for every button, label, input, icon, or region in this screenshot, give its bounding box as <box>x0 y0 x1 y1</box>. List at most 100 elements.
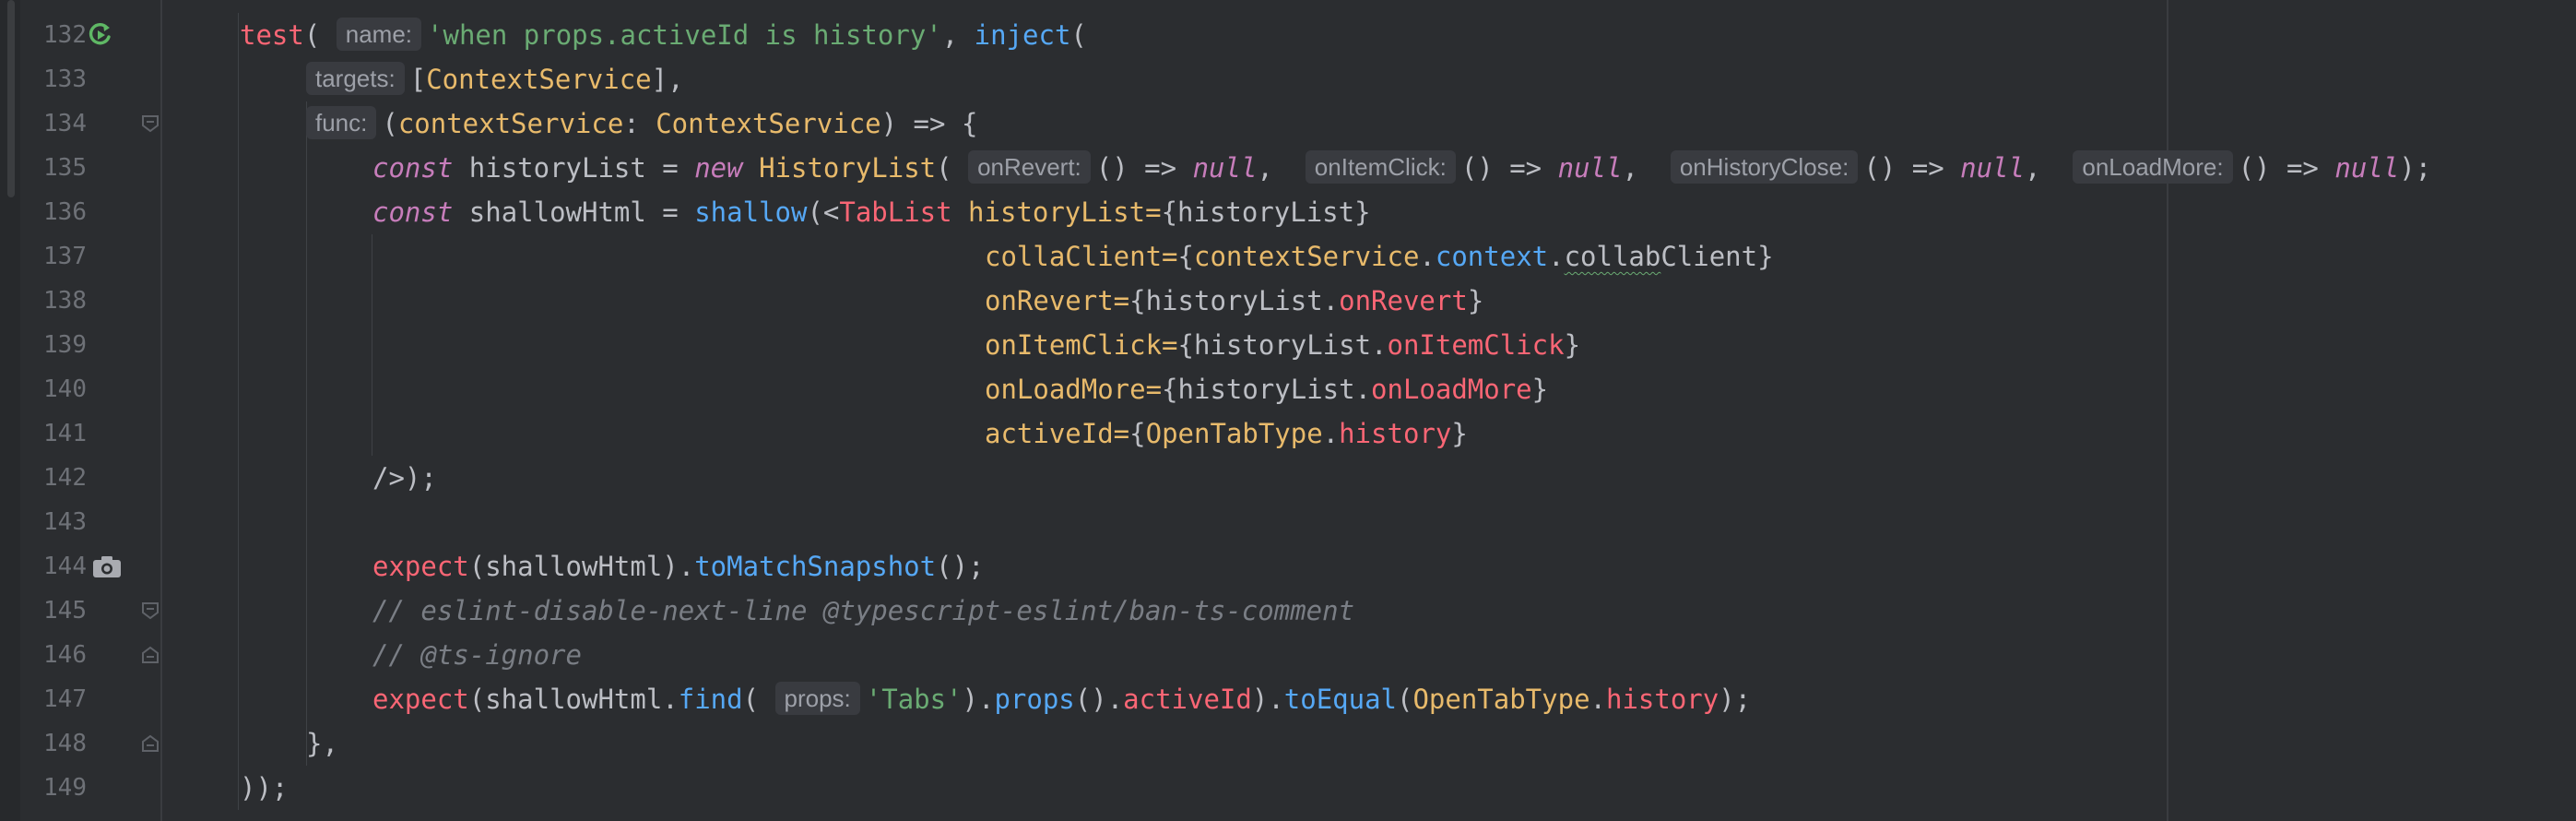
code-text[interactable]: }, <box>306 721 338 766</box>
line-number[interactable]: 133 <box>20 57 87 101</box>
code-token: ); <box>2399 152 2432 184</box>
line-number[interactable]: 134 <box>20 101 87 146</box>
parameter-hint: targets: <box>306 62 405 95</box>
line-number[interactable]: 144 <box>20 544 87 589</box>
code-line[interactable]: 140 onLoadMore={historyList.onLoadMore} <box>0 367 2576 411</box>
code-line[interactable]: 133 targets: [ContextService], <box>0 57 2576 101</box>
line-number[interactable]: 136 <box>20 190 87 234</box>
code-token: null <box>2334 152 2400 184</box>
code-line[interactable]: 138 onRevert={historyList.onRevert} <box>0 279 2576 323</box>
code-line[interactable]: 149)); <box>0 766 2576 810</box>
code-line[interactable]: 144 expect(shallowHtml).toMatchSnapshot()… <box>0 544 2576 589</box>
code-text[interactable]: const shallowHtml = shallow(<TabList his… <box>372 190 1371 234</box>
parameter-hint: onItemClick: <box>1305 150 1456 184</box>
code-token: props <box>994 684 1075 715</box>
code-token: ); <box>1719 684 1752 715</box>
line-number[interactable]: 145 <box>20 589 87 633</box>
code-token: shallowHtml = <box>453 196 695 228</box>
code-text[interactable]: onRevert={historyList.onRevert} <box>985 279 1483 323</box>
line-number[interactable]: 137 <box>20 234 87 279</box>
code-token: } <box>1531 374 1549 405</box>
line-number[interactable]: 143 <box>20 500 87 544</box>
code-text[interactable]: onLoadMore={historyList.onLoadMore} <box>985 367 1548 411</box>
code-line[interactable]: 139 onItemClick={historyList.onItemClick} <box>0 323 2576 367</box>
code-text[interactable]: expect(shallowHtml).toMatchSnapshot(); <box>372 544 985 589</box>
fold-open-icon[interactable] <box>140 589 160 633</box>
code-token: activeId= <box>985 418 1130 449</box>
code-token: , <box>1622 152 1671 184</box>
code-token: (shallowHtml). <box>468 551 695 582</box>
code-token: () => <box>2238 152 2335 184</box>
code-text[interactable]: onItemClick={historyList.onItemClick} <box>985 323 1580 367</box>
parameter-hint: onLoadMore: <box>2073 150 2233 184</box>
code-token: const <box>372 196 454 228</box>
code-line[interactable]: 137 collaClient={contextService.context.c… <box>0 234 2576 279</box>
code-token: context <box>1435 241 1549 272</box>
code-token: . <box>1589 684 1606 715</box>
run-test-icon[interactable] <box>85 13 116 57</box>
code-line[interactable]: 132 test( name:'when props.activeId is hi… <box>0 13 2576 57</box>
code-line[interactable]: 148}, <box>0 721 2576 766</box>
line-number[interactable]: 138 <box>20 279 87 323</box>
code-text[interactable]: activeId={OpenTabType.history} <box>985 411 1468 456</box>
fold-open-icon[interactable] <box>140 101 160 146</box>
line-number[interactable]: 146 <box>20 633 87 677</box>
line-number[interactable]: 141 <box>20 411 87 456</box>
code-line[interactable]: 134 func: (contextService: ContextService)… <box>0 101 2576 146</box>
code-line[interactable]: 141 activeId={OpenTabType.history} <box>0 411 2576 456</box>
code-text[interactable]: targets: [ContextService], <box>306 57 684 101</box>
code-line[interactable]: 143 <box>0 500 2576 544</box>
line-number[interactable]: 147 <box>20 677 87 721</box>
code-token: 'when props.activeId is history' <box>427 19 942 51</box>
code-text[interactable]: test( name:'when props.activeId is histo… <box>240 13 1087 57</box>
code-line[interactable]: 145 // eslint-disable-next-line @typescri… <box>0 589 2576 633</box>
code-token: ( <box>1397 684 1413 715</box>
code-token: history <box>1339 418 1452 449</box>
code-token: {historyList. <box>1129 285 1340 316</box>
line-number[interactable]: 149 <box>20 766 87 810</box>
line-number[interactable]: 148 <box>20 721 87 766</box>
code-line[interactable]: 142 />); <box>0 456 2576 500</box>
code-lines: 132 test( name:'when props.activeId is hi… <box>0 13 2576 810</box>
code-token: expect <box>372 684 469 715</box>
code-token: onRevert <box>1339 285 1468 316</box>
code-text[interactable]: func: (contextService: ContextService) =>… <box>306 101 977 146</box>
fold-close-icon[interactable] <box>140 633 160 677</box>
parameter-hint: onRevert: <box>968 150 1091 184</box>
code-token: contextService <box>1193 241 1420 272</box>
code-text[interactable]: />); <box>372 456 437 500</box>
line-number[interactable]: 132 <box>20 13 87 57</box>
code-token: onLoadMore <box>1371 374 1532 405</box>
code-text[interactable]: )); <box>240 766 288 810</box>
parameter-hint: func: <box>306 106 377 139</box>
code-editor[interactable]: 132 test( name:'when props.activeId is hi… <box>0 0 2576 821</box>
fold-close-icon[interactable] <box>140 721 160 766</box>
code-line[interactable]: 136 const shallowHtml = shallow(<TabList … <box>0 190 2576 234</box>
line-number[interactable]: 140 <box>20 367 87 411</box>
code-token: shallow <box>694 196 808 228</box>
code-token: )); <box>240 772 289 803</box>
code-token: ( <box>382 108 398 139</box>
code-line[interactable]: 135 const historyList = new HistoryList( … <box>0 146 2576 190</box>
code-token: {historyList. <box>1177 329 1388 361</box>
code-text[interactable]: // eslint-disable-next-line @typescript-… <box>372 589 1354 633</box>
code-token: ). <box>962 684 995 715</box>
snapshot-camera-icon[interactable] <box>91 544 123 589</box>
code-token: new <box>694 152 743 184</box>
line-number[interactable]: 139 <box>20 323 87 367</box>
line-number[interactable]: 135 <box>20 146 87 190</box>
code-text[interactable]: const historyList = new HistoryList( onR… <box>372 146 2431 190</box>
line-number[interactable]: 142 <box>20 456 87 500</box>
code-token: 'Tabs' <box>865 684 963 715</box>
code-token: contextService <box>397 108 624 139</box>
code-text[interactable]: expect(shallowHtml.find( props: 'Tabs').p… <box>372 677 1751 721</box>
code-token: ContextService <box>656 108 881 139</box>
code-text[interactable]: // @ts-ignore <box>372 633 582 677</box>
code-line[interactable]: 146 // @ts-ignore <box>0 633 2576 677</box>
code-text[interactable]: collaClient={contextService.context.coll… <box>985 234 1774 279</box>
code-line[interactable]: 147 expect(shallowHtml.find( props: 'Tabs'… <box>0 677 2576 721</box>
code-token: // @ts-ignore <box>372 639 582 671</box>
code-token: onLoadMore= <box>985 374 1163 405</box>
code-token: />); <box>372 462 437 494</box>
code-token: (). <box>1074 684 1124 715</box>
